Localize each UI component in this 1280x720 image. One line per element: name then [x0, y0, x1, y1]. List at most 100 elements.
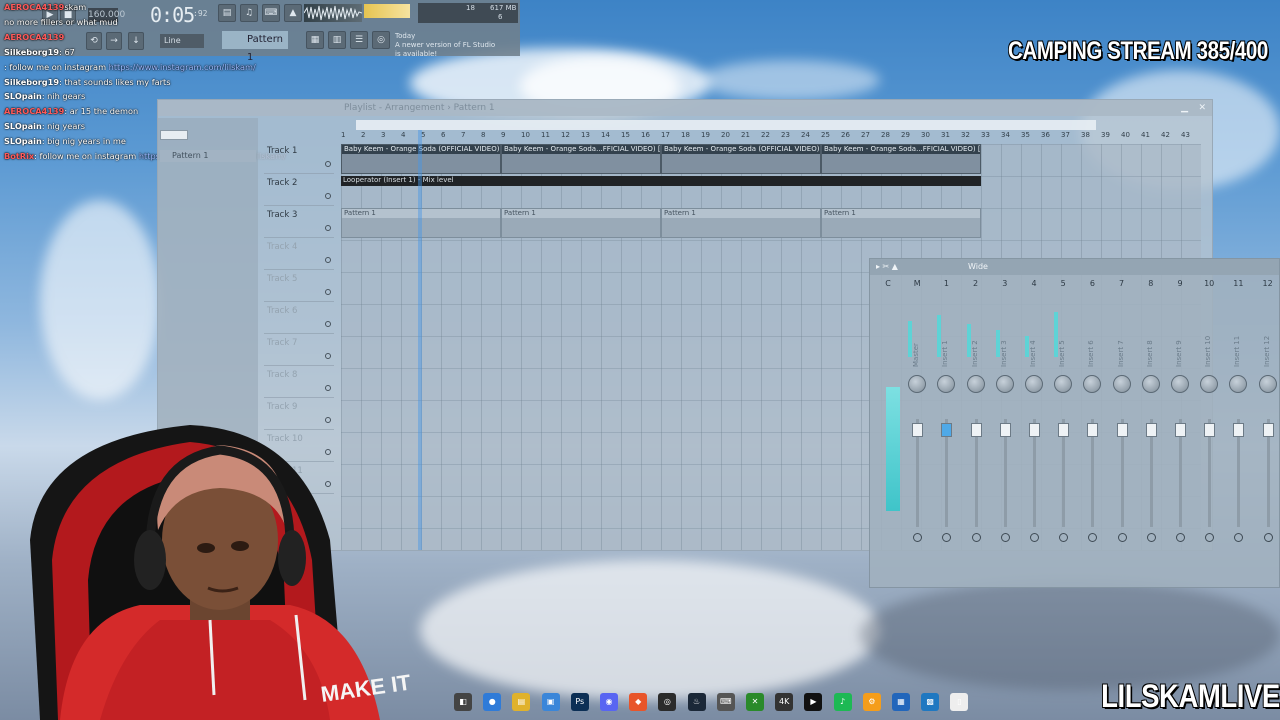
pan-knob[interactable]	[966, 375, 985, 393]
obs-icon[interactable]: ◎	[658, 693, 677, 711]
volume-fader[interactable]	[1175, 423, 1186, 437]
photoshop-icon[interactable]: Ps	[570, 693, 589, 711]
send-icon[interactable]	[1205, 533, 1215, 542]
keyboard-icon[interactable]: ⌨	[716, 693, 735, 711]
pan-knob[interactable]	[1171, 375, 1189, 393]
picker-pattern-item[interactable]: Pattern 1	[160, 150, 256, 162]
track-header[interactable]: Track 2	[264, 174, 334, 206]
mixer-strip[interactable]: 10 Insert 10	[1195, 277, 1223, 547]
mixer-strip[interactable]: 6 Insert 6	[1078, 277, 1106, 547]
calculator-icon[interactable]: ▦	[892, 693, 910, 711]
volume-fader[interactable]	[1145, 423, 1157, 437]
track-header[interactable]: Track 1	[264, 142, 334, 174]
mixer-strip[interactable]: C	[874, 277, 902, 547]
minimize-icon[interactable]: ▁	[1181, 100, 1188, 116]
steam-icon[interactable]: ♨	[687, 693, 706, 711]
pan-knob[interactable]	[937, 375, 956, 393]
mixer-strip[interactable]: 8 Insert 8	[1137, 277, 1165, 547]
playlist-ruler[interactable]: 1 2 3 4 5 6 7 8 9 10 11 12 13 14 15 16 17 18 19 20 21 22 23 24 2…	[341, 130, 1201, 142]
mixer-strip[interactable]: 12 Insert 12	[1254, 277, 1280, 547]
send-icon[interactable]	[1263, 533, 1273, 542]
pattern-clip[interactable]: Pattern 1	[501, 208, 661, 238]
volume-fader[interactable]	[1262, 423, 1274, 437]
mixer-view-mode[interactable]: Wide	[968, 259, 988, 275]
pattern-clip[interactable]: Pattern 1	[821, 208, 981, 238]
picker-toggle-button[interactable]	[160, 130, 188, 140]
xbox-icon[interactable]: ✕	[746, 693, 764, 711]
track-header[interactable]: Track 5	[264, 270, 334, 302]
send-icon[interactable]	[1000, 533, 1010, 542]
4k-icon[interactable]: 4K	[775, 693, 794, 711]
track-header[interactable]: Track 4	[264, 238, 334, 270]
pan-knob[interactable]	[908, 375, 927, 393]
volume-fader[interactable]	[912, 423, 924, 437]
document-icon[interactable]: ▯	[950, 693, 969, 711]
volume-fader[interactable]	[999, 423, 1011, 437]
mixer-strip[interactable]: 9 Insert 9	[1166, 277, 1194, 547]
send-icon[interactable]	[1059, 533, 1069, 542]
track-mute-icon[interactable]	[325, 353, 331, 359]
browser-button[interactable]: ◎	[372, 31, 390, 49]
track-header[interactable]: Track 3	[264, 206, 334, 238]
track-mute-icon[interactable]	[325, 193, 331, 199]
volume-fader[interactable]	[1058, 423, 1070, 437]
chat-link[interactable]: https://www.instagram.com/lilskam/	[109, 62, 256, 72]
file-explorer-icon[interactable]: ▤	[512, 693, 531, 711]
pan-knob[interactable]	[1141, 375, 1160, 393]
send-icon[interactable]	[1117, 533, 1127, 542]
volume-fader[interactable]	[941, 423, 953, 437]
track-header[interactable]: Track 7	[264, 334, 334, 366]
volume-fader[interactable]	[1204, 423, 1216, 437]
photos-icon[interactable]: ▩	[921, 693, 940, 711]
media-icon[interactable]: ◧	[454, 693, 472, 711]
pan-knob[interactable]	[1258, 375, 1277, 393]
track-header[interactable]: Track 8	[264, 366, 334, 398]
send-icon[interactable]	[971, 533, 981, 542]
volume-fader[interactable]	[1087, 423, 1099, 437]
spotify-icon[interactable]: ♪	[833, 693, 852, 711]
audio-clip[interactable]: Baby Keem - Orange Soda...FFICIAL VIDEO)…	[821, 144, 981, 174]
mixer-menu-icon[interactable]: ▸ ✂ ▲	[876, 259, 898, 275]
store-icon[interactable]: ▣	[541, 693, 560, 711]
pattern-clip[interactable]: Pattern 1	[661, 208, 821, 238]
send-icon[interactable]	[1088, 533, 1098, 542]
pan-knob[interactable]	[1025, 375, 1043, 393]
volume-fader[interactable]	[1233, 423, 1245, 437]
track-header[interactable]: Track 6	[264, 302, 334, 334]
track-mute-icon[interactable]	[325, 257, 331, 263]
mixer-strip[interactable]: 3 Insert 3	[991, 277, 1019, 547]
channel-rack-button[interactable]: ▥	[328, 31, 346, 49]
send-icon[interactable]	[1176, 533, 1185, 542]
mixer-strip[interactable]: 11 Insert 11	[1224, 277, 1252, 547]
fl-studio-icon[interactable]: ⚙	[862, 693, 881, 711]
chrome-icon[interactable]: ●	[483, 693, 502, 711]
volume-fader[interactable]	[1116, 423, 1128, 437]
close-icon[interactable]: ✕	[1198, 100, 1206, 116]
pan-knob[interactable]	[1229, 375, 1248, 393]
audio-clip[interactable]: Baby Keem - Orange Soda (OFFICIAL VIDEO)…	[661, 144, 821, 174]
mixer-strip[interactable]: 7 Insert 7	[1108, 277, 1136, 547]
mixer-strip[interactable]: M Master	[903, 277, 931, 547]
mixer-strip[interactable]: 1 Insert 1	[932, 277, 960, 547]
send-icon[interactable]	[1030, 533, 1039, 542]
volume-fader[interactable]	[1029, 423, 1040, 437]
playlist-scrollbar[interactable]	[356, 120, 1096, 130]
mixer-button[interactable]: ☰	[350, 31, 368, 49]
mixer-titlebar[interactable]: ▸ ✂ ▲ Wide	[870, 259, 1279, 275]
audio-clip[interactable]: Baby Keem - Orange Soda...FFICIAL VIDEO)…	[501, 144, 661, 174]
mixer-strip[interactable]: 4 Insert 4	[1020, 277, 1048, 547]
track-mute-icon[interactable]	[325, 321, 331, 327]
send-icon[interactable]	[913, 533, 923, 542]
pan-knob[interactable]	[1112, 375, 1131, 393]
send-icon[interactable]	[942, 533, 952, 542]
track-mute-icon[interactable]	[325, 385, 331, 391]
playlist-button[interactable]: ▦	[306, 31, 324, 49]
brave-icon[interactable]: ◆	[629, 693, 648, 711]
mixer-strip[interactable]: 5 Insert 5	[1049, 277, 1077, 547]
automation-clip[interactable]: Looperator (Insert 1) - Mix level	[341, 176, 981, 186]
track-mute-icon[interactable]	[325, 161, 331, 167]
capcut-icon[interactable]: ▶	[804, 693, 823, 711]
send-icon[interactable]	[1146, 533, 1156, 542]
pan-knob[interactable]	[1054, 375, 1073, 393]
track-mute-icon[interactable]	[325, 289, 331, 295]
